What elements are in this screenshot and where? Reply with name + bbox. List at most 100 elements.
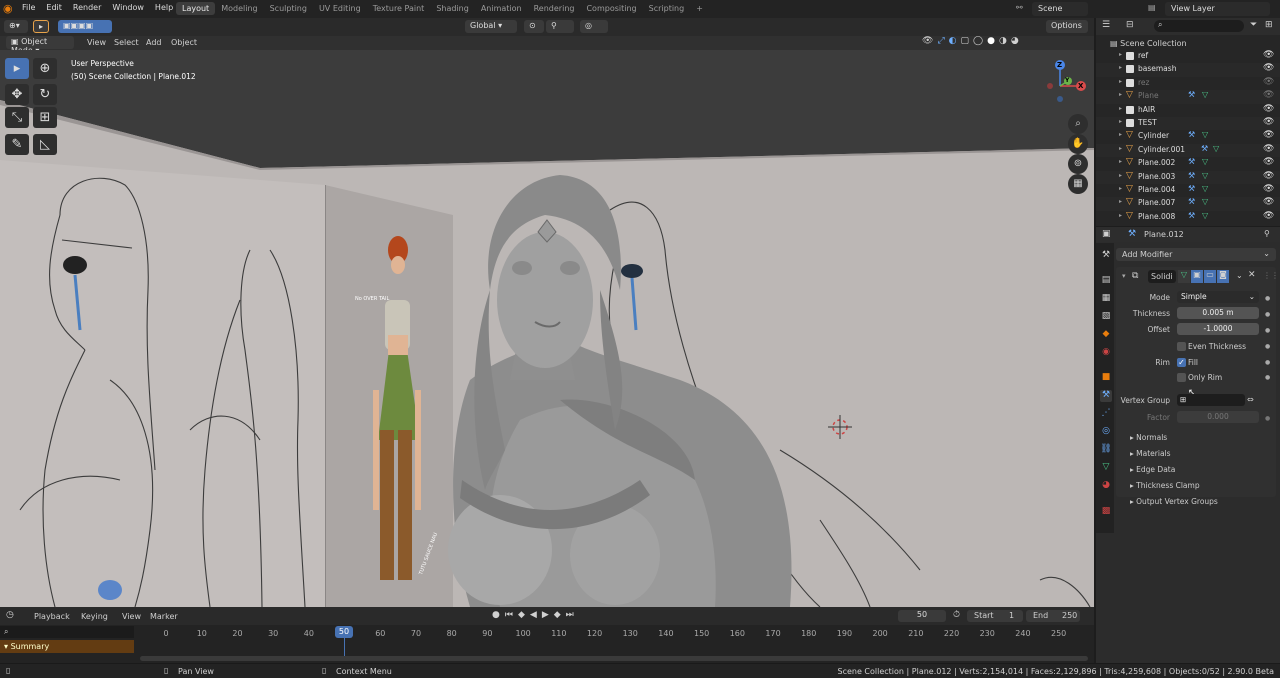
visibility-eye-icon[interactable]: 👁 [1263, 157, 1274, 167]
viewport-display-icon[interactable]: ▭ [1204, 270, 1216, 283]
timeline-scrollbar[interactable] [140, 656, 1088, 661]
scene-selector[interactable]: Scene [1032, 2, 1088, 16]
expand-icon[interactable]: ▸ [1119, 105, 1122, 112]
mode-dropdown[interactable]: Simple ⌄ [1177, 291, 1259, 303]
play-icon[interactable]: ▶ [542, 610, 549, 620]
play-reverse-icon[interactable]: ◀ [530, 610, 537, 620]
pin-icon[interactable]: ⚲ [1264, 229, 1270, 238]
outliner-row-cylinder-001[interactable]: ▸ ▽ Cylinder.001 ⚒ ▽ 👁 [1096, 143, 1280, 158]
expand-icon[interactable]: ▸ [1119, 131, 1122, 138]
editor-type-icon[interactable]: ⊕▾ [4, 20, 28, 33]
menu-file[interactable]: File [22, 3, 35, 12]
menu-render[interactable]: Render [73, 3, 101, 12]
subpanel-output-vertex-groups[interactable]: ▸ Output Vertex Groups [1130, 497, 1218, 506]
pan-hand-icon[interactable]: ✋ [1068, 134, 1088, 154]
tab-uv-editing[interactable]: UV Editing [313, 2, 367, 15]
only-rim-checkbox[interactable] [1177, 373, 1186, 382]
outliner-row-hair[interactable]: ▸ hAIR 👁 [1096, 103, 1280, 117]
invert-vertex-group-icon[interactable]: ⇔ [1247, 395, 1254, 404]
rotate-tool-icon[interactable]: ↻ [33, 84, 57, 105]
exclude-checkbox[interactable] [1126, 52, 1134, 60]
tab-sculpting[interactable]: Sculpting [264, 2, 313, 15]
outliner-row-cylinder[interactable]: ▸ ▽ Cylinder ⚒ ▽ 👁 [1096, 130, 1280, 144]
menu-playback[interactable]: Playback [34, 612, 70, 621]
keyframe-dot-icon[interactable]: ● [1265, 359, 1270, 366]
exclude-checkbox[interactable] [1126, 78, 1134, 87]
outliner-row-rez[interactable]: ▸ rez 👁 [1096, 76, 1280, 91]
exclude-checkbox[interactable] [1126, 65, 1134, 74]
outliner-row-plane[interactable]: ▸ ▽ Plane ⚒ ▽ 👁 [1096, 90, 1280, 104]
visibility-eye-icon[interactable]: 👁 [1263, 63, 1274, 73]
keyframe-dot-icon[interactable]: ● [1265, 343, 1270, 350]
tab-scripting[interactable]: Scripting [643, 2, 691, 15]
outliner-row-ref[interactable]: ▸ ref 👁 [1096, 50, 1280, 64]
outliner-row-plane-003[interactable]: ▸ ▽ Plane.003 ⚒ ▽ 👁 [1096, 170, 1280, 184]
vertex-group-field[interactable]: ⊞ [1177, 394, 1245, 406]
options-dropdown[interactable]: Options [1046, 20, 1088, 33]
proportional-edit-icon[interactable]: ◎ [580, 20, 608, 33]
expand-icon[interactable]: ▸ [1119, 198, 1122, 205]
object-tab-icon[interactable]: ■ [1100, 372, 1112, 384]
keyframe-dot-icon[interactable]: ● [1265, 327, 1270, 334]
edit-cage-icon[interactable]: ▽ [1178, 270, 1190, 283]
current-frame-field[interactable]: 50 [898, 610, 946, 622]
expand-icon[interactable]: ▸ [1119, 185, 1122, 192]
filter-icon[interactable]: ⏷ [1250, 20, 1257, 30]
end-frame-field[interactable]: End 250 [1026, 610, 1080, 622]
display-mode-icon[interactable]: ⊟ [1126, 20, 1134, 30]
expand-icon[interactable]: ▸ [1119, 118, 1122, 125]
menu-timeline-view[interactable]: View [122, 612, 141, 621]
jump-end-icon[interactable]: ⏭ [566, 610, 574, 620]
visibility-eye-icon[interactable]: 👁 [1263, 117, 1274, 127]
mode-selector[interactable]: ▣ Object Mode ▾ [6, 36, 74, 55]
solid-shading-icon[interactable]: ● [987, 36, 995, 50]
data-tab-icon[interactable]: ▽ [1100, 462, 1112, 474]
subpanel-normals[interactable]: ▸ Normals [1130, 433, 1167, 442]
visibility-eye-icon[interactable]: 👁 [1263, 144, 1274, 154]
tool-tab-icon[interactable]: ⚒ [1100, 250, 1112, 262]
visibility-eye-icon[interactable]: 👁 [1263, 90, 1274, 100]
visibility-icon[interactable]: 👁 [922, 36, 933, 50]
measure-tool-icon[interactable]: ◺ [33, 134, 57, 155]
expand-icon[interactable]: ▸ [1119, 78, 1122, 85]
exclude-checkbox[interactable] [1126, 105, 1134, 114]
overlay-icon[interactable]: ◐ [949, 36, 957, 50]
keyframe-dot-icon[interactable]: ● [1265, 295, 1270, 302]
stopwatch-icon[interactable]: ⏱ [953, 610, 960, 620]
close-icon[interactable]: ✕ [1248, 270, 1256, 280]
material-tab-icon[interactable]: ◕ [1100, 480, 1112, 492]
add-workspace-icon[interactable]: + [690, 2, 709, 15]
menu-edit[interactable]: Edit [46, 3, 62, 12]
visibility-eye-icon[interactable]: 👁 [1263, 104, 1274, 114]
outliner-search-input[interactable]: ⌕ [1154, 20, 1244, 32]
scale-tool-icon[interactable]: ⤡ [5, 107, 29, 128]
view-layer-selector[interactable]: View Layer [1165, 2, 1270, 16]
transform-tool-icon[interactable]: ⊞ [33, 107, 57, 128]
menu-help[interactable]: Help [155, 3, 173, 12]
camera-view-icon[interactable]: ⊚ [1068, 154, 1088, 174]
keyframe-dot-icon[interactable]: ● [1265, 374, 1270, 381]
rendered-shading-icon[interactable]: ◕ [1011, 36, 1019, 50]
modifier-menu-icon[interactable]: ⌄ [1236, 271, 1243, 280]
transform-orientation-dropdown[interactable]: Global ▾ [465, 20, 517, 33]
expand-icon[interactable]: ▸ [1119, 158, 1122, 165]
factor-field[interactable]: 0.000 [1177, 411, 1259, 423]
outliner-row-plane-002[interactable]: ▸ ▽ Plane.002 ⚒ ▽ 👁 [1096, 157, 1280, 171]
properties-editor-icon[interactable]: ▣ [1102, 229, 1111, 239]
xray-icon[interactable]: ▢ [961, 36, 970, 50]
subpanel-thickness-clamp[interactable]: ▸ Thickness Clamp [1130, 481, 1200, 490]
expand-icon[interactable]: ▸ [1119, 212, 1122, 219]
tab-rendering[interactable]: Rendering [528, 2, 581, 15]
edit-mode-icon[interactable]: ▣ [1191, 270, 1203, 283]
expand-icon[interactable]: ▸ [1119, 51, 1122, 58]
blender-logo-icon[interactable]: ◉ [3, 2, 17, 16]
expand-icon[interactable]: ▸ [1119, 64, 1122, 71]
pivot-icon[interactable]: ⊙ [524, 20, 544, 33]
menu-marker[interactable]: Marker [150, 612, 178, 621]
outliner-editor-icon[interactable]: ☰ [1102, 20, 1110, 30]
subpanel-edge-data[interactable]: ▸ Edge Data [1130, 465, 1175, 474]
outliner-row-test[interactable]: ▸ TEST 👁 [1096, 117, 1280, 131]
constraints-tab-icon[interactable]: ⛓ [1100, 444, 1112, 456]
tab-layout[interactable]: Layout [176, 2, 216, 15]
visibility-eye-icon[interactable]: 👁 [1263, 171, 1274, 181]
